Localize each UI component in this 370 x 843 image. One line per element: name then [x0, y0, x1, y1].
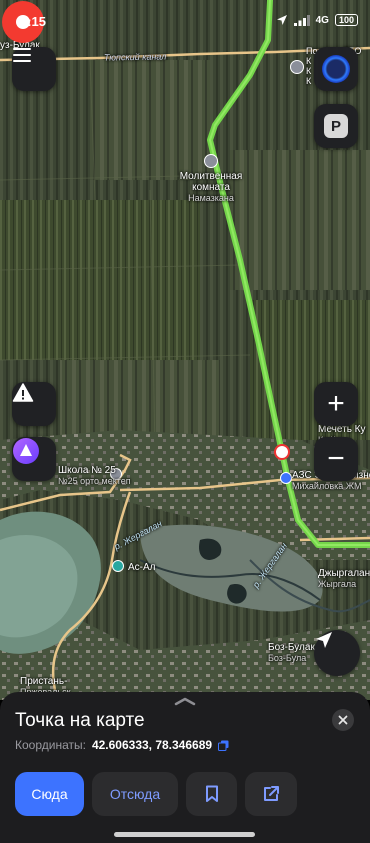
close-icon [338, 715, 348, 725]
sheet-handle-chevron-icon[interactable] [173, 696, 197, 706]
map-label-as-al: Ас-Ал [128, 562, 156, 573]
zoom-out-button[interactable]: − [314, 437, 358, 481]
battery-icon: 100 [334, 14, 358, 26]
route-from-label: Отсюда [109, 786, 161, 802]
landfill-icon[interactable] [290, 60, 304, 74]
coordinates-label: Координаты: [15, 738, 86, 752]
signal-bars-icon [293, 14, 310, 26]
copy-icon[interactable] [218, 740, 229, 751]
menu-button[interactable] [12, 47, 56, 91]
navigation-arrow-icon [316, 632, 332, 648]
alice-voice-button[interactable] [314, 47, 358, 91]
parking-icon: P [324, 114, 348, 138]
coordinates-row: Координаты: 42.606333, 78.346689 [15, 738, 229, 752]
status-time: 6:15 [20, 14, 47, 29]
warning-triangle-icon [12, 383, 34, 402]
bookmark-icon [205, 785, 218, 802]
map-view[interactable]: уз-Булак Тюпский канал Молитвенная комна… [0, 0, 370, 700]
map-label-school: Школа № 25 №25 орто мектеп [58, 465, 131, 486]
status-right-icons: 4G 100 [276, 14, 358, 26]
satellite-map [0, 0, 370, 700]
road-alerts-button[interactable] [12, 382, 56, 426]
close-button[interactable] [332, 709, 354, 731]
alice-assistant-icon [322, 55, 350, 83]
prayer-room-icon[interactable] [204, 154, 218, 168]
zoom-in-button[interactable]: + [314, 382, 358, 426]
alice-assistant-button[interactable] [12, 437, 56, 481]
location-arrow-icon [276, 15, 287, 25]
home-indicator[interactable] [114, 832, 255, 837]
shop-icon[interactable] [112, 560, 124, 572]
bookmark-button[interactable] [186, 772, 237, 816]
my-location-button[interactable] [314, 630, 360, 676]
sheet-title: Точка на карте [15, 710, 145, 731]
route-from-button[interactable]: Отсюда [92, 772, 178, 816]
status-bar: 6:15 4G 100 [0, 0, 370, 44]
parking-label: P [330, 117, 341, 135]
battery-level: 100 [338, 14, 354, 25]
share-icon [264, 786, 279, 801]
zoom-in-label: + [327, 387, 345, 420]
camera-icon[interactable] [274, 444, 290, 460]
place-bottom-sheet: Точка на карте Координаты: 42.606333, 78… [0, 692, 370, 843]
network-type: 4G [315, 14, 329, 26]
map-label-canal: Тюпский канал [103, 51, 167, 63]
hamburger-menu-icon [13, 48, 31, 62]
route-here-button[interactable]: Сюда [15, 772, 84, 816]
share-button[interactable] [245, 772, 297, 816]
alice-triangle-icon [13, 438, 39, 464]
map-label-jyrgalan: Джыргалан Жыргала [318, 568, 370, 589]
parking-button[interactable]: P [314, 104, 358, 148]
map-label-prayer-room: Молитвенная комната Намазкана [179, 171, 243, 203]
zoom-out-label: − [327, 442, 345, 475]
route-here-label: Сюда [31, 786, 68, 802]
gas-station-icon[interactable] [280, 472, 292, 484]
coordinates-value[interactable]: 42.606333, 78.346689 [92, 738, 212, 752]
map-label-boz-bulak: Боз-Булак Боз-Була [268, 642, 315, 663]
